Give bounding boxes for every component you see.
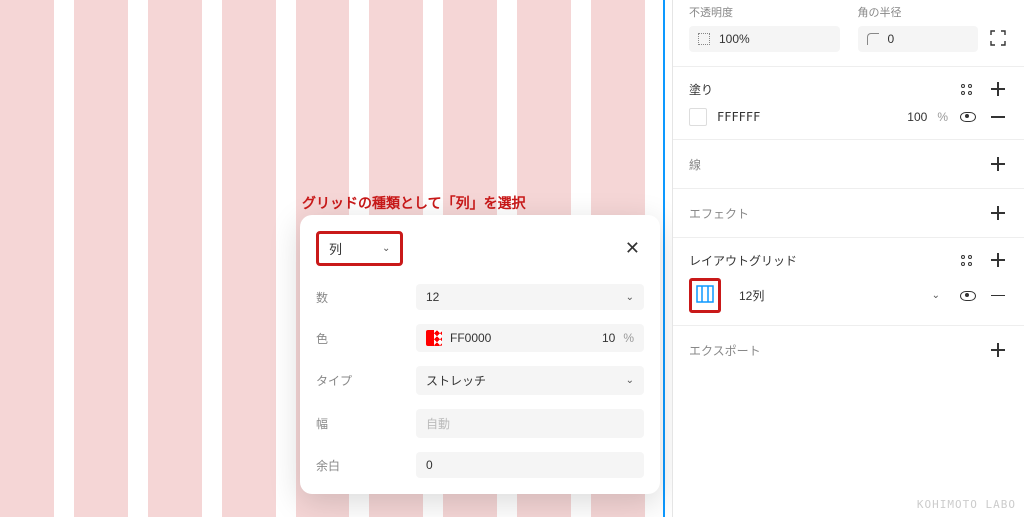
add-fill-icon[interactable] <box>988 79 1008 99</box>
count-label: 数 <box>316 289 416 306</box>
close-icon[interactable]: ✕ <box>621 234 644 263</box>
grid-type-value: 列 <box>329 239 342 258</box>
chevron-down-icon: ⌄ <box>626 375 634 386</box>
fill-opacity[interactable]: 100 <box>892 110 927 124</box>
styles-icon[interactable] <box>956 250 976 270</box>
corner-radius-icon <box>866 32 880 46</box>
opacity-input[interactable]: 100% <box>689 26 840 52</box>
grid-type-icon-highlight[interactable] <box>689 278 721 313</box>
percent-label: % <box>937 110 948 124</box>
width-placeholder: 自動 <box>426 415 634 432</box>
color-hex: FF0000 <box>450 331 594 345</box>
export-title: エクスポート <box>689 342 761 359</box>
add-effect-icon[interactable] <box>988 203 1008 223</box>
type-field[interactable]: ストレッチ ⌄ <box>416 366 644 395</box>
grid-column <box>148 0 202 517</box>
annotation-text: グリッドの種類として「列」を選択 <box>302 193 526 213</box>
type-value: ストレッチ <box>426 372 618 389</box>
visibility-icon[interactable] <box>958 107 978 127</box>
grid-column <box>222 0 276 517</box>
margin-value: 0 <box>426 458 634 472</box>
fill-swatch[interactable] <box>689 108 707 126</box>
fill-hex[interactable]: FFFFFF <box>717 110 882 124</box>
effect-title: エフェクト <box>689 205 749 222</box>
grid-column <box>74 0 128 517</box>
radius-input[interactable]: 0 <box>858 26 979 52</box>
radius-label: 角の半径 <box>858 4 979 20</box>
fill-title: 塗り <box>689 81 713 98</box>
count-value: 12 <box>426 290 618 304</box>
right-sidebar: 不透明度 100% 角の半径 0 塗り <box>672 0 1024 517</box>
chevron-down-icon: ⌄ <box>932 290 940 301</box>
grid-item-select[interactable]: 12列 ⌄ <box>731 283 948 308</box>
remove-grid-icon[interactable] <box>988 286 1008 306</box>
visibility-icon[interactable] <box>958 286 978 306</box>
percent-label: % <box>623 331 634 345</box>
count-field[interactable]: 12 ⌄ <box>416 284 644 310</box>
add-grid-icon[interactable] <box>988 250 1008 270</box>
layout-grid-title: レイアウトグリッド <box>689 252 797 269</box>
stroke-title: 線 <box>689 156 701 173</box>
margin-field[interactable]: 0 <box>416 452 644 478</box>
radius-value: 0 <box>888 32 895 46</box>
grid-settings-popup: 列 ⌄ ✕ 数 12 ⌄ 色 FF0000 10 % タイプ ストレッチ ⌄ 幅… <box>300 215 660 494</box>
type-label: タイプ <box>316 372 416 389</box>
grid-type-select[interactable]: 列 ⌄ <box>316 231 403 266</box>
width-label: 幅 <box>316 415 416 432</box>
color-field[interactable]: FF0000 10 % <box>416 324 644 352</box>
width-field[interactable]: 自動 <box>416 409 644 438</box>
expand-corners-icon[interactable] <box>988 28 1008 48</box>
add-export-icon[interactable] <box>988 340 1008 360</box>
color-opacity: 10 <box>602 331 615 345</box>
opacity-value: 100% <box>719 32 750 46</box>
color-label: 色 <box>316 330 416 347</box>
chevron-down-icon: ⌄ <box>626 292 634 303</box>
add-stroke-icon[interactable] <box>988 154 1008 174</box>
opacity-icon <box>697 32 711 46</box>
styles-icon[interactable] <box>956 79 976 99</box>
remove-fill-icon[interactable] <box>988 107 1008 127</box>
columns-icon <box>696 285 714 303</box>
selection-edge <box>663 0 665 517</box>
chevron-down-icon: ⌄ <box>382 243 390 254</box>
grid-column <box>0 0 54 517</box>
grid-item-label: 12列 <box>739 287 764 304</box>
color-swatch[interactable] <box>426 330 442 346</box>
margin-label: 余白 <box>316 457 416 474</box>
watermark: KOHIMOTO LABO <box>917 498 1016 511</box>
opacity-label: 不透明度 <box>689 4 840 20</box>
